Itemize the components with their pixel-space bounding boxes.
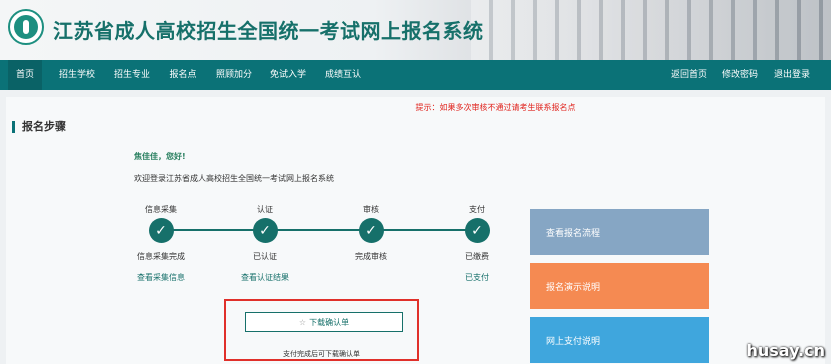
site-header: 江苏省成人高校招生全国统一考试网上报名系统	[0, 0, 831, 60]
main-nav: 首页 招生学校 招生专业 报名点 照顾加分 免试入学 成绩互认 返回首页 修改密…	[0, 60, 831, 90]
download-confirmation-label: 下载确认单	[309, 317, 350, 327]
download-confirmation-button[interactable]: ☆ 下载确认单	[245, 312, 403, 332]
step-complete-indicator: ✓	[252, 218, 278, 243]
site-title: 江苏省成人高校招生全国统一考试网上报名系统	[53, 19, 484, 43]
nav-schools[interactable]: 招生学校	[55, 60, 99, 90]
step-status: 完成审核	[355, 252, 387, 261]
step-label: 支付	[469, 205, 485, 214]
step-label: 信息采集	[145, 205, 177, 214]
nav-exempt[interactable]: 免试入学	[266, 60, 310, 90]
steps-connector	[160, 229, 478, 231]
section-title: 报名步骤	[12, 121, 66, 133]
step-complete-indicator: ✓	[464, 218, 490, 243]
card-registration-demo[interactable]: 报名演示说明	[530, 263, 709, 309]
header-background	[471, 0, 831, 60]
step-status: 已缴费	[465, 252, 489, 261]
watermark: husay.cn	[746, 341, 825, 360]
view-certification-link[interactable]: 查看认证结果	[225, 272, 305, 283]
check-icon: ✓	[259, 222, 271, 239]
step-status: 已认证	[253, 252, 277, 261]
nav-majors[interactable]: 招生专业	[110, 60, 154, 90]
view-collection-link[interactable]: 查看采集信息	[121, 272, 201, 283]
user-greeting: 焦佳佳，您好!	[134, 152, 186, 161]
nav-bonus[interactable]: 照顾加分	[212, 60, 256, 90]
nav-return-home[interactable]: 返回首页	[669, 60, 709, 90]
nav-home[interactable]: 首页	[8, 60, 42, 90]
download-note: 支付完成后可下载确认单	[283, 350, 360, 358]
nav-change-password[interactable]: 修改密码	[720, 60, 760, 90]
payment-status-link[interactable]: 已支付	[437, 272, 517, 283]
step-info-collection: 信息采集 ✓ 信息采集完成 查看采集信息	[121, 204, 201, 283]
step-payment: 支付 ✓ 已缴费 已支付	[437, 204, 517, 283]
step-complete-indicator: ✓	[358, 218, 384, 243]
step-label: 审核	[363, 205, 379, 214]
check-icon: ✓	[471, 222, 483, 239]
check-icon: ✓	[365, 222, 377, 239]
nav-sites[interactable]: 报名点	[165, 60, 201, 90]
step-review: 审核 ✓ 完成审核	[331, 204, 411, 262]
audit-tip: 提示：如果多次审核不通过请考生联系报名点	[415, 103, 576, 112]
nav-score-mutual[interactable]: 成绩互认	[321, 60, 365, 90]
check-icon: ✓	[155, 222, 167, 239]
welcome-text: 欢迎登录江苏省成人高校招生全国统一考试网上报名系统	[134, 174, 334, 183]
step-complete-indicator: ✓	[148, 218, 174, 243]
star-icon: ☆	[298, 317, 307, 327]
card-online-payment[interactable]: 网上支付说明	[530, 317, 709, 363]
step-label: 认证	[257, 205, 273, 214]
university-logo-icon	[8, 9, 44, 45]
step-status: 信息采集完成	[137, 252, 185, 261]
nav-logout[interactable]: 退出登录	[772, 60, 812, 90]
step-certification: 认证 ✓ 已认证 查看认证结果	[225, 204, 305, 283]
card-registration-process[interactable]: 查看报名流程	[530, 209, 709, 255]
